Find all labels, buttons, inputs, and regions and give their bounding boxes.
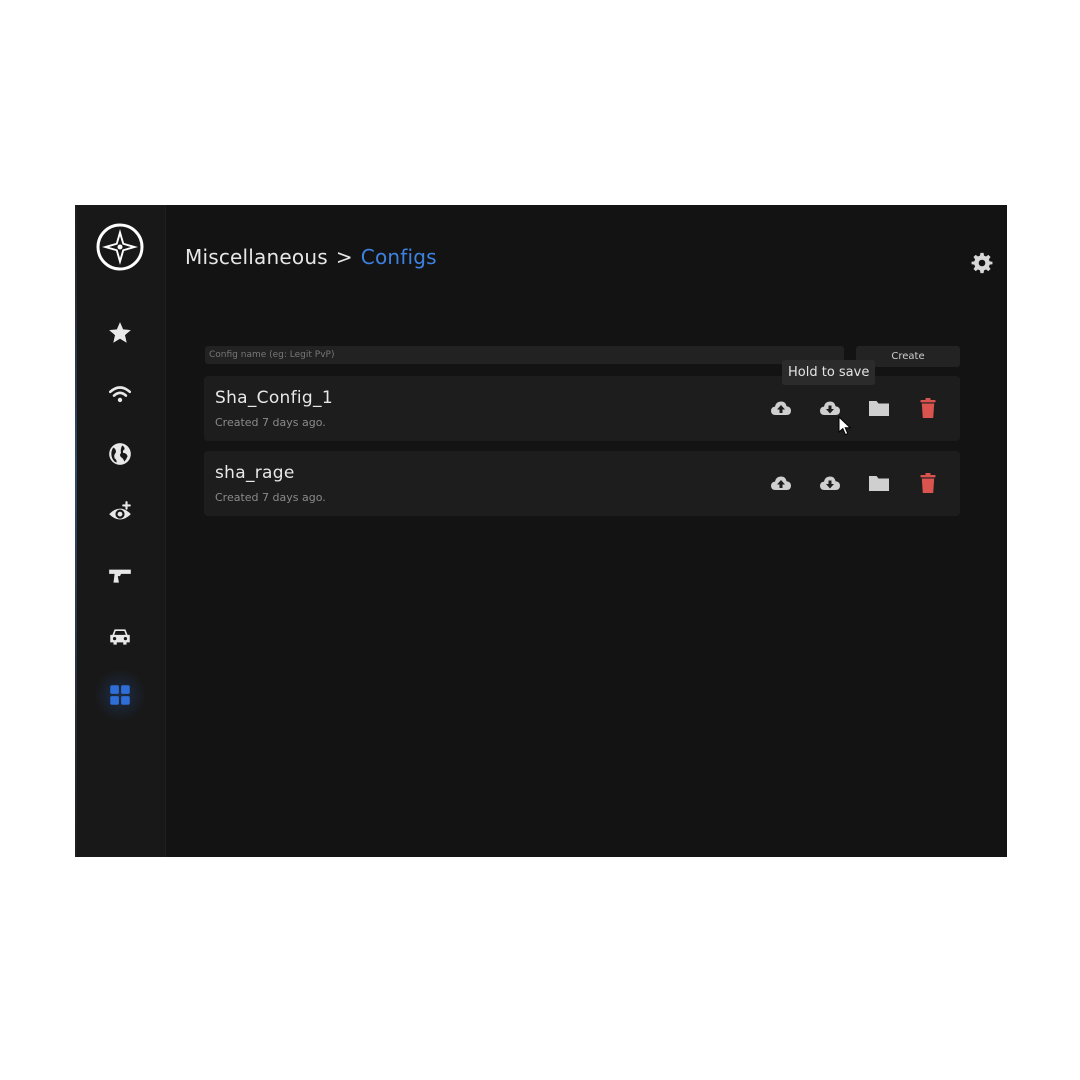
config-actions (769, 396, 940, 420)
folder-icon (869, 476, 889, 491)
delete-button[interactable] (916, 471, 940, 495)
logo-star-icon (96, 223, 144, 271)
wifi-icon (108, 386, 132, 403)
trash-icon (920, 398, 936, 418)
cloud-download-icon (820, 476, 840, 490)
breadcrumb-section[interactable]: Miscellaneous (185, 245, 328, 269)
sidebar-item-vehicles[interactable] (100, 617, 140, 657)
load-button[interactable] (769, 471, 793, 495)
config-actions (769, 471, 940, 495)
grid-icon (110, 685, 130, 705)
app-window: Miscellaneous > Configs Create Sha_Confi… (75, 205, 1007, 857)
breadcrumb-current-page: Configs (360, 245, 437, 269)
cloud-upload-icon (771, 401, 791, 415)
star-icon (109, 322, 131, 343)
config-row: sha_rage Created 7 days ago. (204, 451, 960, 516)
pistol-icon (109, 569, 131, 583)
eye-plus-icon (109, 501, 131, 520)
sidebar-item-favorites[interactable] (100, 313, 140, 353)
tooltip: Hold to save (782, 360, 876, 385)
folder-icon (869, 401, 889, 416)
config-name: Sha_Config_1 (215, 388, 333, 408)
load-button[interactable] (769, 396, 793, 420)
sidebar-item-network[interactable] (100, 374, 140, 414)
breadcrumb-separator: > (335, 245, 353, 269)
delete-button[interactable] (916, 396, 940, 420)
config-created: Created 7 days ago. (215, 416, 326, 429)
car-icon (110, 629, 130, 645)
sidebar-item-visuals[interactable] (100, 493, 140, 533)
config-name: sha_rage (215, 463, 295, 483)
globe-icon (109, 443, 131, 465)
config-name-input[interactable] (205, 346, 844, 364)
open-folder-button[interactable] (867, 471, 891, 495)
gear-icon[interactable] (971, 252, 993, 274)
breadcrumb: Miscellaneous > Configs (185, 245, 437, 269)
cloud-upload-icon (771, 476, 791, 490)
config-created: Created 7 days ago. (215, 491, 326, 504)
sidebar-item-weapons[interactable] (100, 555, 140, 595)
save-button[interactable] (818, 471, 842, 495)
trash-icon (920, 473, 936, 493)
open-folder-button[interactable] (867, 396, 891, 420)
sidebar-item-miscellaneous[interactable] (92, 667, 148, 723)
mouse-cursor-icon (838, 416, 852, 436)
sidebar-item-world[interactable] (100, 434, 140, 474)
sidebar (75, 205, 166, 857)
